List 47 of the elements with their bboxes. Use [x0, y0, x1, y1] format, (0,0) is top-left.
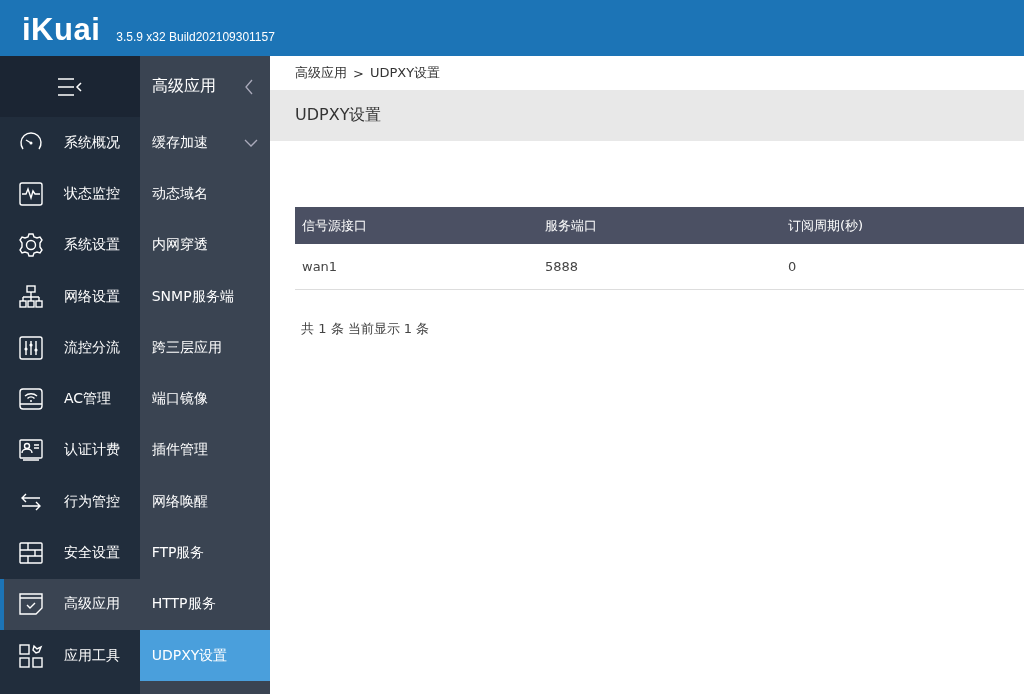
table-cell-text: wan1 — [301, 259, 339, 274]
record-count: 共 1 条 当前显示 1 条 — [301, 320, 431, 338]
sidebar-item[interactable]: 应用工具 — [0, 629, 140, 682]
breadcrumb-current: UDPXY设置 — [369, 64, 441, 82]
app-tools-icon — [18, 642, 44, 669]
submenu-item[interactable]: 缓存加速 — [139, 117, 270, 169]
sidebar-item[interactable]: 认证计费 — [0, 424, 140, 477]
network-tree-icon — [18, 283, 44, 310]
submenu-item[interactable]: 跨三层应用 — [139, 322, 270, 374]
submenu-item[interactable]: 端口镜像 — [139, 373, 270, 425]
checked-note-icon — [18, 591, 44, 618]
brick-wall-icon — [18, 540, 44, 566]
version-text: 3.5.9 x32 Build202109301157 — [116, 29, 275, 46]
submenu-item[interactable]: 插件管理 — [139, 424, 270, 477]
submenu-item[interactable]: HTTP服务 — [139, 578, 270, 630]
table-cell-text: 0 — [787, 259, 798, 274]
page-title: UDPXY设置 — [295, 105, 382, 126]
sidebar-item[interactable]: 状态监控 — [0, 168, 140, 220]
logo: iKuai — [22, 12, 101, 48]
sidebar-item[interactable]: 行为管控 — [0, 476, 140, 528]
column-header: 订阅周期(秒) — [787, 216, 865, 235]
sidebar-item[interactable]: AC管理 — [0, 373, 140, 425]
sidebar-item[interactable]: 系统设置 — [0, 219, 140, 271]
column-header: 服务端口 — [544, 216, 598, 235]
sidebar-item[interactable]: 流控分流 — [0, 322, 140, 374]
breadcrumb-link[interactable]: 高级应用 — [295, 64, 347, 82]
submenu-item[interactable]: 动态域名 — [139, 168, 270, 220]
submenu-item[interactable]: 内网穿透 — [139, 219, 270, 271]
monitor-pulse-icon — [18, 180, 44, 207]
sidebar-item[interactable]: 系统概况 — [0, 117, 140, 169]
wifi-device-icon — [18, 386, 44, 413]
column-header: 信号源接口 — [301, 216, 368, 235]
submenu-item[interactable]: FTP服务 — [139, 527, 270, 579]
sliders-icon — [18, 334, 44, 361]
submenu-item[interactable]: SNMP服务端 — [139, 270, 270, 323]
sidebar-item[interactable]: 安全设置 — [0, 527, 140, 579]
settings-icon — [18, 232, 44, 259]
chevron-down-icon — [244, 137, 258, 148]
sidebar-item[interactable]: 网络设置 — [0, 270, 140, 323]
submenu-item[interactable]: 网络唤醒 — [139, 476, 270, 528]
submenu-title: 高级应用 — [151, 76, 216, 97]
menu-collapse-icon[interactable] — [56, 75, 83, 98]
id-card-icon — [18, 437, 44, 464]
table-cell-text: 5888 — [544, 259, 580, 274]
sidebar-item[interactable]: 高级应用 — [0, 578, 140, 630]
breadcrumb-separator: > — [353, 65, 364, 81]
chevron-left-icon[interactable] — [244, 78, 254, 95]
